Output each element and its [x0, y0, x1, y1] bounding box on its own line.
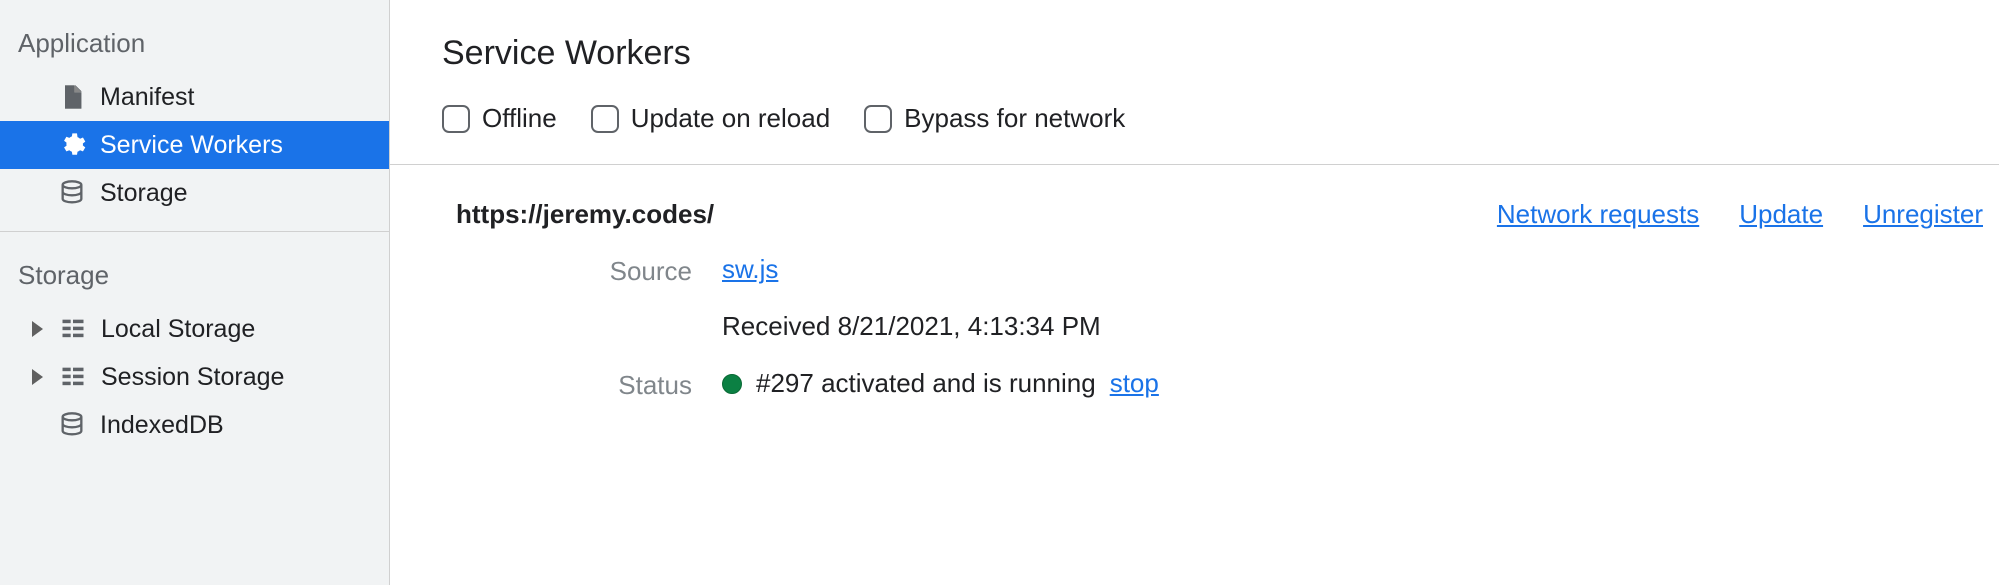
- file-icon: [58, 83, 86, 111]
- checkbox-label: Update on reload: [631, 103, 830, 134]
- grid-icon: [59, 363, 87, 391]
- grid-icon: [59, 315, 87, 343]
- origin-row: https://jeremy.codes/ Network requests U…: [442, 165, 1999, 254]
- sidebar-item-label: Local Storage: [101, 315, 255, 344]
- origin-actions: Network requests Update Unregister: [1497, 199, 1983, 230]
- source-row: Source sw.js Received 8/21/2021, 4:13:34…: [442, 254, 1999, 342]
- sidebar: Application Manifest Service Workers Sto…: [0, 0, 390, 585]
- sidebar-item-label: IndexedDB: [100, 411, 224, 440]
- sidebar-item-storage[interactable]: Storage: [0, 169, 389, 217]
- sidebar-item-label: Session Storage: [101, 363, 284, 392]
- sidebar-item-manifest[interactable]: Manifest: [0, 73, 389, 121]
- sw-toolbar: Offline Update on reload Bypass for netw…: [390, 103, 1999, 165]
- sidebar-section-storage: Storage: [0, 232, 389, 305]
- sidebar-item-label: Service Workers: [100, 131, 283, 160]
- stop-link[interactable]: stop: [1110, 368, 1159, 399]
- network-requests-link[interactable]: Network requests: [1497, 199, 1699, 230]
- sidebar-item-label: Manifest: [100, 83, 194, 112]
- status-row: Status #297 activated and is running sto…: [442, 368, 1999, 401]
- source-label: Source: [442, 254, 722, 287]
- origin-url: https://jeremy.codes/: [456, 199, 714, 230]
- update-on-reload-checkbox[interactable]: Update on reload: [591, 103, 830, 134]
- gear-icon: [58, 131, 86, 159]
- chevron-right-icon: [32, 369, 43, 385]
- update-link[interactable]: Update: [1739, 199, 1823, 230]
- checkbox-label: Offline: [482, 103, 557, 134]
- checkbox-icon: [591, 105, 619, 133]
- chevron-right-icon: [32, 321, 43, 337]
- sidebar-item-service-workers[interactable]: Service Workers: [0, 121, 389, 169]
- checkbox-icon: [442, 105, 470, 133]
- bypass-for-network-checkbox[interactable]: Bypass for network: [864, 103, 1125, 134]
- sidebar-item-local-storage[interactable]: Local Storage: [0, 305, 389, 353]
- main-panel: Service Workers Offline Update on reload…: [390, 0, 1999, 585]
- received-timestamp: Received 8/21/2021, 4:13:34 PM: [722, 311, 1101, 342]
- sidebar-item-session-storage[interactable]: Session Storage: [0, 353, 389, 401]
- database-icon: [58, 411, 86, 439]
- status-dot-icon: [722, 374, 742, 394]
- sidebar-item-indexeddb[interactable]: IndexedDB: [0, 401, 389, 449]
- offline-checkbox[interactable]: Offline: [442, 103, 557, 134]
- source-file-link[interactable]: sw.js: [722, 254, 1101, 285]
- database-icon: [58, 179, 86, 207]
- checkbox-label: Bypass for network: [904, 103, 1125, 134]
- sidebar-item-label: Storage: [100, 179, 188, 208]
- checkbox-icon: [864, 105, 892, 133]
- status-label: Status: [442, 368, 722, 401]
- sidebar-section-application: Application: [0, 0, 389, 73]
- unregister-link[interactable]: Unregister: [1863, 199, 1983, 230]
- page-title: Service Workers: [442, 34, 1999, 73]
- status-text: #297 activated and is running: [756, 368, 1096, 399]
